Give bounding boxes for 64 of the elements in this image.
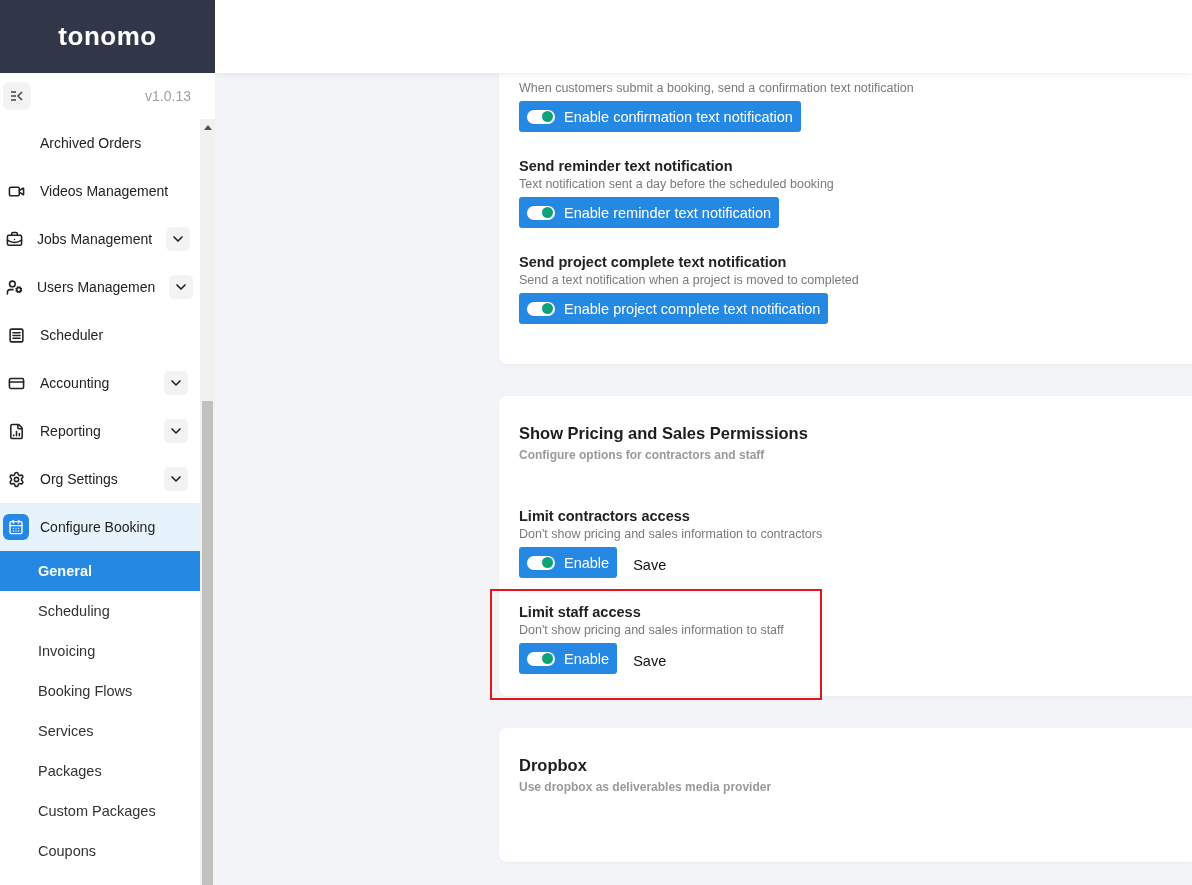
sidebar-item[interactable]: Scheduler [0,311,200,359]
setting-title: Send project complete text notification [519,254,788,270]
switch[interactable] [527,555,555,570]
expand-button[interactable] [164,371,188,395]
toggle-button[interactable]: Enable project complete text notification [519,293,829,324]
switch[interactable] [527,109,555,124]
expand-button[interactable] [164,419,188,443]
card-subtitle: Configure options for contractors and staff [519,448,766,462]
switch[interactable] [527,301,555,316]
expand-button[interactable] [164,467,188,491]
card-title: Dropbox [519,756,588,775]
sidebar-subitem[interactable]: Coupons [0,831,200,871]
sidebar-item[interactable]: Users Managemen [0,263,200,311]
sidebar-subitem[interactable]: Booking Flows [0,671,200,711]
setting-description: Don't show pricing and sales information to staff [519,623,784,637]
setting-description: Send a text notification when a project is moved to completed [519,273,859,287]
toggle-button[interactable]: Enable reminder text notification [519,197,780,228]
logo: tonomo [58,21,157,52]
sidebar-subitem[interactable]: Packages [0,751,200,791]
version-label: v1.0.13 [145,88,191,104]
toggle-label: Enable project complete text notification [564,300,821,317]
sidebar-subitem[interactable]: General [0,551,200,591]
briefcase-icon [6,230,23,248]
sidebar-subitem[interactable]: Invoicing [0,631,200,671]
sidebar-subitem[interactable]: Services [0,711,200,751]
settings-icon [7,470,25,488]
sidebar-item[interactable]: Accounting [0,359,200,407]
expand-button[interactable] [166,227,191,251]
sidebar-item[interactable]: Configure Booking [0,503,200,551]
user-settings-icon [6,278,23,296]
setting-description: Text notification sent a day before the scheduled booking [519,177,834,191]
sidebar-subitem[interactable]: Scheduling [0,591,200,631]
sidebar-item[interactable]: Videos Management [0,167,200,215]
toggle-button[interactable]: Enable [519,643,618,674]
save-button[interactable]: Save [633,648,667,673]
sidebar-item[interactable]: Jobs Management [0,215,200,263]
setting-title: Limit staff access [519,604,642,620]
expand-button[interactable] [169,275,194,299]
report-icon [7,422,25,440]
list-icon [7,326,25,344]
toggle-label: Enable [564,554,610,571]
save-button[interactable]: Save [633,552,667,577]
card-title: Show Pricing and Sales Permissions [519,424,809,443]
toggle-label: Enable reminder text notification [564,204,772,221]
calendar-icon [3,514,29,540]
setting-description: Don't show pricing and sales information to contractors [519,527,823,541]
toggle-label: Enable confirmation text notification [564,108,793,125]
sidebar-subitem[interactable]: Custom Packages [0,791,200,831]
sidebar-item[interactable]: Archived Orders [0,119,200,167]
switch[interactable] [527,205,555,220]
card-subtitle: Use dropbox as deliverables media provider [519,780,773,794]
collapse-sidebar-button[interactable] [3,82,31,110]
toggle-button[interactable]: Enable confirmation text notification [519,101,801,132]
setting-description: When customers submit a booking, send a confirmation text notification [519,81,914,95]
setting-title: Limit contractors access [519,508,691,524]
scrollbar[interactable] [200,119,215,885]
scroll-up-icon [203,125,212,130]
switch[interactable] [527,651,555,666]
sidebar-item[interactable]: Reporting [0,407,200,455]
toggle-label: Enable [564,650,610,667]
collapse-icon [10,90,24,102]
toggle-button[interactable]: Enable [519,547,618,578]
setting-title: Send reminder text notification [519,158,734,174]
sidebar-item[interactable]: Org Settings [0,455,200,503]
